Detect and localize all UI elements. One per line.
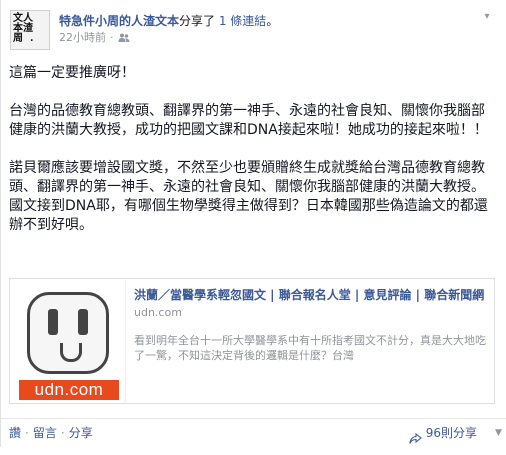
story-footer: 讚 · 留言 · 分享 96則分享 ▼ xyxy=(1,418,506,447)
shared-suffix: 。 xyxy=(266,14,279,28)
attachment-info: 洪蘭／當醫學系輕忽國文 | 聯合報名人堂 | 意見評論 | 聯合新聞網 udn.… xyxy=(134,287,488,363)
story-header: 特急件小周的人渣文本分享了 1 條連結。 xyxy=(59,13,278,29)
action-separator: · xyxy=(25,426,29,440)
action-links: 讚 · 留言 · 分享 xyxy=(9,419,93,447)
udn-logo-plug-icon xyxy=(27,292,109,374)
action-separator: · xyxy=(60,426,65,440)
scroll-down-icon[interactable]: ▼ xyxy=(495,428,505,438)
attachment-domain: udn.com xyxy=(134,306,182,319)
story-meta: 22小時前 · xyxy=(59,31,130,45)
post-paragraph: 諾貝爾應該要增設國文獎，不然至少也要頒贈終生成就獎給台灣品德教育總教頭、翻譯界的… xyxy=(9,160,488,233)
share-link[interactable]: 分享 xyxy=(69,426,93,440)
shared-prefix: 分享了 xyxy=(179,14,216,28)
comment-link[interactable]: 留言 xyxy=(33,426,57,440)
author-name[interactable]: 特急件小周的人渣文本 xyxy=(59,14,179,28)
post-text: 這篇一定要推廣呀！ 台灣的品德教育總教頭、翻譯界的第一神手、永遠的社會良知、關懷… xyxy=(9,64,495,254)
shared-link-label[interactable]: 1 條連結 xyxy=(219,14,266,28)
avatar-text: 文人 本渣 周 . xyxy=(13,13,34,44)
attachment-thumbnail[interactable]: udn.com xyxy=(11,280,126,402)
link-attachment[interactable]: udn.com 洪蘭／當醫學系輕忽國文 | 聯合報名人堂 | 意見評論 | 聯合… xyxy=(9,278,495,404)
post-paragraph: 台灣的品德教育總教頭、翻譯界的第一神手、永遠的社會良知、關懷你我腦部健康的洪蘭大… xyxy=(9,103,488,138)
udn-logo-text: udn.com xyxy=(19,380,119,400)
avatar[interactable]: 文人 本渣 周 . xyxy=(10,10,50,50)
post-paragraph: 這篇一定要推廣呀！ xyxy=(9,65,135,81)
meta-separator: · xyxy=(110,31,114,44)
share-count-area[interactable]: 96則分享 xyxy=(409,419,477,447)
attachment-title[interactable]: 洪蘭／當醫學系輕忽國文 | 聯合報名人堂 | 意見評論 | 聯合新聞網 xyxy=(134,287,488,303)
like-link[interactable]: 讚 xyxy=(9,426,21,440)
attachment-description: 看到明年全台十一所大學醫學系中有十所指考國文不計分，真是大大地吃了一驚，不知這決… xyxy=(134,334,486,362)
timestamp[interactable]: 22小時前 xyxy=(59,31,106,45)
feed-story: 文人 本渣 周 . 特急件小周的人渣文本分享了 1 條連結。 22小時前 · ▾… xyxy=(0,0,506,447)
chevron-down-icon[interactable]: ▾ xyxy=(480,10,494,24)
share-count[interactable]: 96則分享 xyxy=(426,419,477,447)
friends-icon[interactable] xyxy=(118,32,130,44)
share-arrow-icon xyxy=(409,427,422,444)
